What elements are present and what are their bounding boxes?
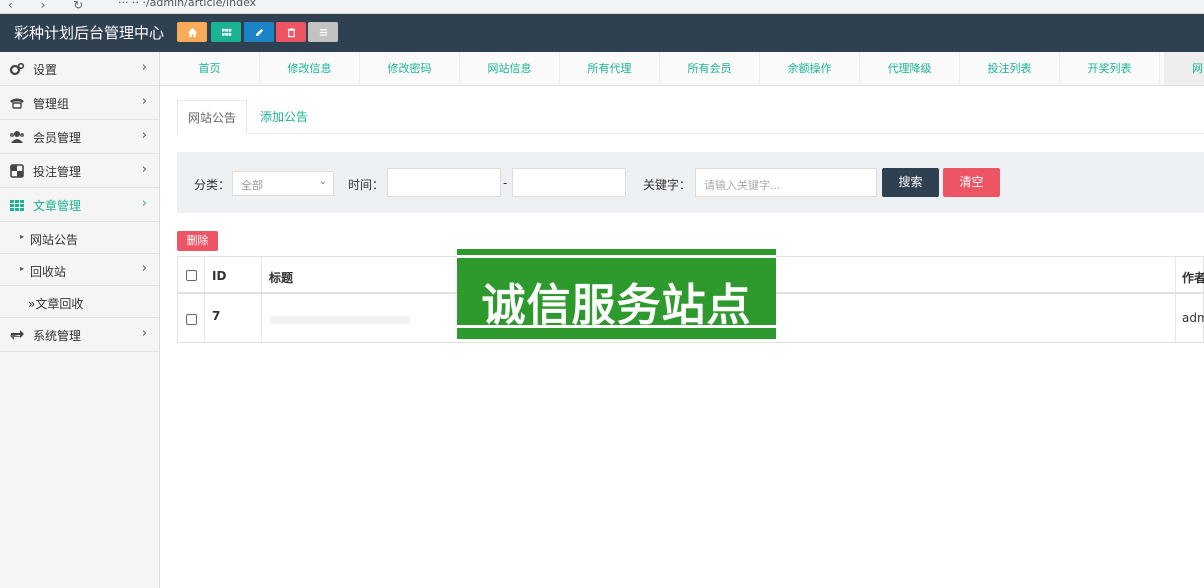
sidebar-item-admin-group[interactable]: 管理组 › [0,86,159,120]
chevron-right-icon: › [141,162,147,177]
category-select-value: 全部 [241,179,263,192]
sidebar-item-label: 会员管理 [33,131,82,145]
sidebar-item-label: 系统管理 [33,329,82,343]
chevron-right-icon: › [141,261,147,276]
row-checkbox-cell [178,294,205,343]
brand-title: 彩种计划后台管理中心 [14,24,165,42]
delete-button[interactable]: 删除 [177,231,218,251]
page-tab-bar: 首页 修改信息 修改密码 网站信息 所有代理 所有会员 余额操作 代理降级 投注… [160,52,1204,86]
time-separator: - [503,176,508,190]
sidebar-item-label: 文章管理 [33,199,82,213]
sidebar-subitem-recycle-bin[interactable]: ▸ 回收站 › [0,254,159,286]
row-title-blurred [270,316,410,324]
chevron-right-icon: › [141,196,147,211]
chevron-right-icon: › [141,60,147,75]
content-subtabs: 网站公告 添加公告 [177,100,1204,134]
sidebar-item-members[interactable]: 会员管理 › [0,120,159,154]
dice-icon [10,164,24,178]
end-time-input[interactable] [512,168,626,197]
delete-quick-button[interactable] [276,22,306,42]
subtab-site-notice[interactable]: 网站公告 [177,100,248,134]
refresh-icon [10,330,24,340]
clear-button[interactable]: 清空 [943,168,1000,197]
watermark-banner: 诚信服务站点 [457,249,776,339]
tab-draw-list[interactable]: 开奖列表 [1060,52,1160,85]
tab-site-info[interactable]: 网站信息 [460,52,560,85]
cell-id: 7 [205,294,262,343]
sidebar-subitem-label: »文章回收 [28,297,84,311]
trash-icon [287,27,295,37]
sidebar-subitem-site-notice[interactable]: ▸ 网站公告 [0,222,159,254]
tab-edit-info[interactable]: 修改信息 [260,52,360,85]
sidebar-subitem-label: 回收站 [30,265,67,279]
watermark-top-line [457,255,776,258]
search-button[interactable]: 搜索 [882,168,939,197]
cell-author: adm [1176,294,1204,343]
list-icon [319,28,327,36]
header-cell-author: 作者 [1176,257,1204,292]
sidebar-item-label: 设置 [33,63,58,77]
triangle-right-icon: ▸ [20,232,25,241]
home-button[interactable] [177,22,207,42]
sidebar-subitem-label: 网站公告 [30,233,79,247]
grid-button[interactable] [211,22,241,42]
home-icon [187,27,197,37]
tab-site-notice[interactable]: 网 [1164,52,1204,85]
tab-bet-list[interactable]: 投注列表 [960,52,1060,85]
gears-icon [9,62,25,76]
table-grid-icon [10,200,24,211]
chevron-down-icon: ⌄ [318,176,327,187]
sidebar: 设置 › 管理组 › 会员管理 › 投注管理 › 文章管理 › ▸ 网站公告 ▸… [0,52,160,588]
sidebar-item-label: 投注管理 [33,165,82,179]
watermark-text: 诚信服务站点 [481,280,752,331]
row-author: adm [1182,311,1204,325]
header-checkbox-cell [178,257,205,292]
tab-change-password[interactable]: 修改密码 [360,52,460,85]
search-filter-panel: 分类： 全部 ⌄ 时间： - 关键字： 请输入关键字... 搜索 清空 [177,152,1204,213]
sidebar-item-bets[interactable]: 投注管理 › [0,154,159,188]
sidebar-item-label: 管理组 [33,97,70,111]
watermark-bottom-line [457,325,776,328]
sidebar-item-settings[interactable]: 设置 › [0,52,159,86]
keyword-label: 关键字： [643,178,692,192]
sidebar-subitem-article-recycle[interactable]: »文章回收 [0,286,159,318]
tab-all-members[interactable]: 所有会员 [660,52,760,85]
column-header-title: 标题 [269,271,294,285]
header-cell-id: ID [205,257,262,292]
tab-agent-downgrade[interactable]: 代理降级 [860,52,960,85]
top-header-bar: 彩种计划后台管理中心 [0,14,1204,52]
chevron-right-icon: › [141,326,147,341]
column-header-id: ID [212,269,227,283]
triangle-right-icon: ▸ [20,264,25,273]
sidebar-item-articles[interactable]: 文章管理 › [0,188,159,222]
row-checkbox[interactable] [186,314,197,325]
category-select[interactable]: 全部 ⌄ [232,171,334,196]
select-all-checkbox[interactable] [186,270,197,281]
start-time-input[interactable] [387,168,501,197]
subtab-add-notice[interactable]: 添加公告 [250,100,318,134]
tab-balance-ops[interactable]: 余额操作 [760,52,860,85]
column-header-author: 作者 [1182,271,1204,285]
grid-icon [221,28,231,36]
list-button[interactable] [308,22,338,42]
browser-nav-icons[interactable]: ‹ › ↻ [8,0,95,12]
edit-button[interactable] [244,22,274,42]
time-label: 时间： [348,178,385,192]
phone-icon [10,98,24,109]
row-id: 7 [212,309,221,323]
pencil-icon [255,28,263,36]
sidebar-item-system[interactable]: 系统管理 › [0,318,159,352]
tab-all-agents[interactable]: 所有代理 [560,52,660,85]
browser-address-strip: ‹ › ↻ ··· ·· ·/admin/article/index [0,0,1204,14]
chevron-right-icon: › [141,94,147,109]
chevron-right-icon: › [141,128,147,143]
users-icon [10,131,24,143]
keyword-input[interactable]: 请输入关键字... [695,168,877,197]
tab-home[interactable]: 首页 [160,52,260,85]
browser-url[interactable]: ··· ·· ·/admin/article/index [118,0,256,9]
category-label: 分类： [194,178,231,192]
